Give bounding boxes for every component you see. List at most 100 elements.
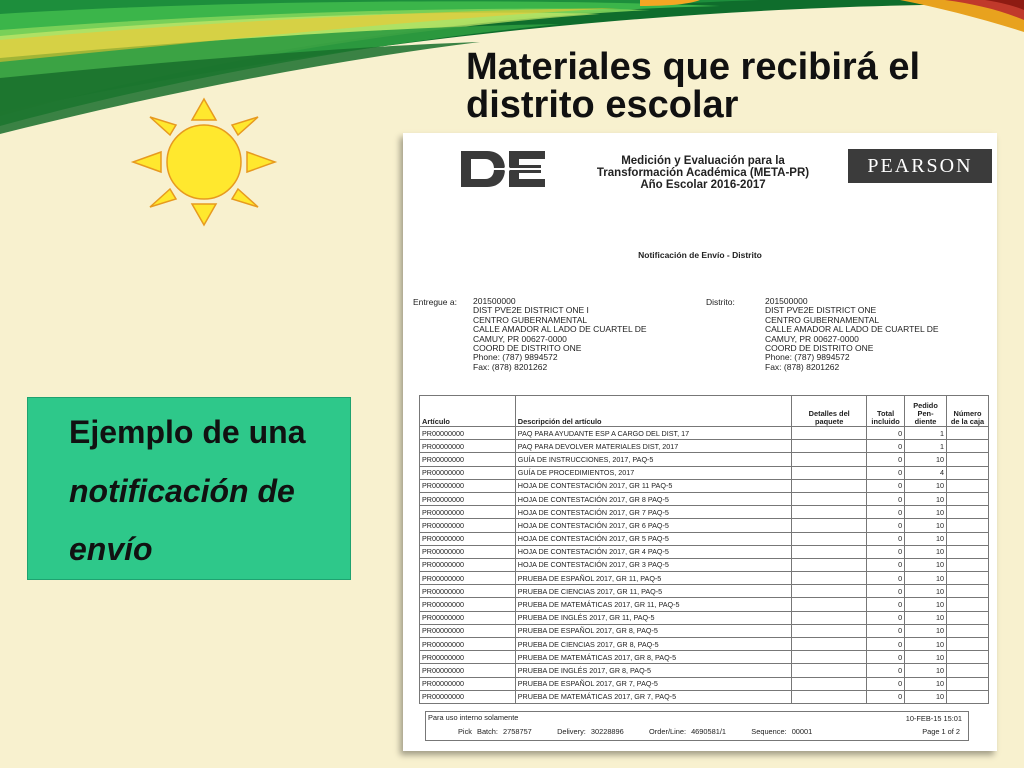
total-cell: 0 xyxy=(866,465,906,480)
pending-cell: 10 xyxy=(904,452,947,467)
package-details-cell xyxy=(791,439,868,454)
article-cell: PR00000000 xyxy=(419,518,516,533)
table-row: PR00000000 PRUEBA DE MATEMÁTICAS 2017, GR… xyxy=(419,597,989,612)
total-cell: 0 xyxy=(866,610,906,625)
box-number-cell xyxy=(946,650,989,665)
pending-cell: 10 xyxy=(904,518,947,533)
district-line: Fax: (878) 8201262 xyxy=(765,361,840,372)
box-number-cell xyxy=(946,478,989,493)
description-cell: HOJA DE CONTESTACIÓN 2017, GR 3 PAQ-5 xyxy=(514,557,793,573)
description-cell: PRUEBA DE ESPAÑOL 2017, GR 11, PAQ-5 xyxy=(514,571,793,586)
col-box-number: Número de la caja xyxy=(946,395,989,427)
pending-cell: 10 xyxy=(904,676,947,691)
box-number-cell xyxy=(946,623,989,639)
box-number-cell xyxy=(946,452,989,467)
table-row: PR00000000 HOJA DE CONTESTACIÓN 2017, GR … xyxy=(419,491,989,507)
table-row: PR00000000 HOJA DE CONTESTACIÓN 2017, GR … xyxy=(419,557,989,573)
total-cell: 0 xyxy=(866,571,906,586)
package-details-cell xyxy=(791,557,868,573)
pending-cell: 10 xyxy=(904,689,947,704)
pending-cell: 1 xyxy=(904,439,947,454)
caption-line1: Ejemplo de una xyxy=(69,414,306,450)
article-cell: PR00000000 xyxy=(419,465,516,480)
table-row: PR00000000 PRUEBA DE ESPAÑOL 2017, GR 11,… xyxy=(419,571,989,586)
description-cell: HOJA DE CONTESTACIÓN 2017, GR 11 PAQ-5 xyxy=(514,478,793,493)
table-row: PR00000000 PRUEBA DE MATEMÁTICAS 2017, GR… xyxy=(419,650,989,665)
description-cell: PRUEBA DE MATEMÁTICAS 2017, GR 8, PAQ-5 xyxy=(514,650,793,665)
package-details-cell xyxy=(791,623,868,639)
slide-title: Materiales que recibirá el distrito esco… xyxy=(466,48,1006,124)
box-number-cell xyxy=(946,689,989,704)
district-label: Distrito: xyxy=(706,297,735,307)
article-cell: PR00000000 xyxy=(419,478,516,493)
box-number-cell xyxy=(946,676,989,691)
total-cell: 0 xyxy=(866,663,906,678)
table-row: PR00000000 PRUEBA DE MATEMÁTICAS 2017, GR… xyxy=(419,689,989,704)
total-cell: 0 xyxy=(866,636,906,652)
package-details-cell xyxy=(791,544,868,559)
sun-icon xyxy=(130,97,278,227)
print-datetime: 10-FEB-15 15:01 xyxy=(905,714,962,723)
box-number-cell xyxy=(946,491,989,507)
total-cell: 0 xyxy=(866,425,906,441)
table-row: PR00000000 PRUEBA DE INGLÉS 2017, GR 11, … xyxy=(419,610,989,625)
article-cell: PR00000000 xyxy=(419,425,516,441)
table-row: PR00000000 PRUEBA DE ESPAÑOL 2017, GR 7, … xyxy=(419,676,989,691)
description-cell: GUÍA DE INSTRUCCIONES, 2017, PAQ-5 xyxy=(514,452,793,467)
article-cell: PR00000000 xyxy=(419,452,516,467)
total-cell: 0 xyxy=(866,557,906,573)
pending-cell: 10 xyxy=(904,650,947,665)
box-number-cell xyxy=(946,425,989,441)
box-number-cell xyxy=(946,584,989,599)
pending-cell: 10 xyxy=(904,584,947,599)
box-number-cell xyxy=(946,439,989,454)
package-details-cell xyxy=(791,425,868,441)
article-cell: PR00000000 xyxy=(419,636,516,652)
package-details-cell xyxy=(791,584,868,599)
description-cell: HOJA DE CONTESTACIÓN 2017, GR 6 PAQ-5 xyxy=(514,518,793,533)
description-cell: GUÍA DE PROCEDIMIENTOS, 2017 xyxy=(514,465,793,480)
table-row: PR00000000 HOJA DE CONTESTACIÓN 2017, GR … xyxy=(419,518,989,533)
article-cell: PR00000000 xyxy=(419,584,516,599)
pending-cell: 10 xyxy=(904,610,947,625)
total-cell: 0 xyxy=(866,650,906,665)
page-number: Page 1 of 2 xyxy=(922,727,960,736)
pending-cell: 1 xyxy=(904,425,947,441)
items-table: Artículo Descripción del artículo Detall… xyxy=(419,395,989,704)
pending-cell: 10 xyxy=(904,663,947,678)
table-row: PR00000000 PRUEBA DE CIENCIAS 2017, GR 11… xyxy=(419,584,989,599)
pending-cell: 10 xyxy=(904,505,947,520)
col-article: Artículo xyxy=(419,395,516,427)
pending-cell: 10 xyxy=(904,623,947,639)
article-cell: PR00000000 xyxy=(419,544,516,559)
table-row: PR00000000 PRUEBA DE ESPAÑOL 2017, GR 8, … xyxy=(419,623,989,639)
caption-box: Ejemplo de una notificación de envío xyxy=(27,397,351,580)
package-details-cell xyxy=(791,597,868,612)
table-row: PR00000000 HOJA DE CONTESTACIÓN 2017, GR … xyxy=(419,505,989,520)
total-cell: 0 xyxy=(866,478,906,493)
article-cell: PR00000000 xyxy=(419,557,516,573)
pick-batch: Pick Batch: 2758757 xyxy=(458,727,532,736)
description-cell: PRUEBA DE INGLÉS 2017, GR 8, PAQ-5 xyxy=(514,663,793,678)
pending-cell: 10 xyxy=(904,557,947,573)
pending-cell: 10 xyxy=(904,478,947,493)
notification-title: Notificación de Envío - Distrito xyxy=(638,250,762,260)
table-row: PR00000000 PAQ PARA AYUDANTE ESP A CARGO … xyxy=(419,425,989,441)
article-cell: PR00000000 xyxy=(419,689,516,704)
description-cell: PRUEBA DE ESPAÑOL 2017, GR 8, PAQ-5 xyxy=(514,623,793,639)
pending-cell: 10 xyxy=(904,531,947,546)
box-number-cell xyxy=(946,465,989,480)
article-cell: PR00000000 xyxy=(419,439,516,454)
box-number-cell xyxy=(946,544,989,559)
package-details-cell xyxy=(791,452,868,467)
header-line3: Año Escolar 2016-2017 xyxy=(640,179,766,191)
table-row: PR00000000 PRUEBA DE INGLÉS 2017, GR 8, P… xyxy=(419,663,989,678)
description-cell: PRUEBA DE INGLÉS 2017, GR 11, PAQ-5 xyxy=(514,610,793,625)
table-row: PR00000000 GUÍA DE PROCEDIMIENTOS, 2017 0 4 xyxy=(419,465,989,480)
slide-title-line1: Materiales que recibirá el xyxy=(466,46,921,88)
article-cell: PR00000000 xyxy=(419,597,516,612)
box-number-cell xyxy=(946,505,989,520)
col-package-details: Detalles del paquete xyxy=(791,395,868,427)
ship-to-label: Entregue a: xyxy=(413,297,457,307)
article-cell: PR00000000 xyxy=(419,623,516,639)
